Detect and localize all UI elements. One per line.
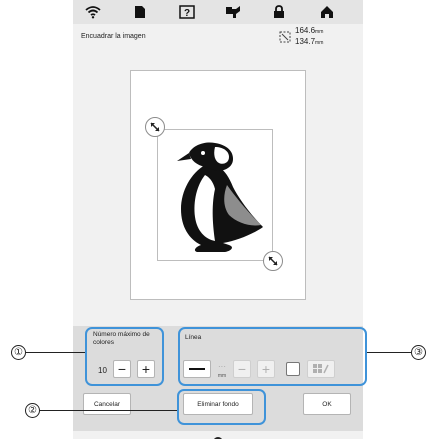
ok-button[interactable]: OK <box>303 393 351 415</box>
wifi-icon[interactable] <box>83 3 103 21</box>
home-icon[interactable] <box>317 3 337 21</box>
image-canvas <box>130 70 306 300</box>
penguin-image <box>177 142 263 252</box>
callout-1-leader <box>26 352 85 353</box>
callout-3-leader <box>367 352 411 353</box>
page-icon[interactable] <box>130 3 150 21</box>
top-icon-bar: ? <box>73 0 363 24</box>
callout-3-marker: ③ <box>411 345 426 360</box>
embroidery-icon[interactable] <box>223 3 243 21</box>
page-title: Encuadrar la imagen <box>81 33 146 40</box>
callout-1-marker: ① <box>11 345 26 360</box>
size-height: 134.7 <box>295 37 316 46</box>
cancel-button[interactable]: Cancelar <box>83 393 131 415</box>
help-icon[interactable]: ? <box>177 3 197 21</box>
callout-line-outline <box>178 327 367 386</box>
callout-max-colors-outline <box>85 327 164 386</box>
size-height-unit: mm <box>315 40 324 46</box>
svg-text:?: ? <box>184 8 190 19</box>
resize-diagonal-icon <box>150 122 160 132</box>
size-width: 164.6 <box>295 26 316 35</box>
embroidery-size-icon <box>279 30 291 43</box>
scroll-down-icon[interactable] <box>212 431 224 439</box>
resize-diagonal-icon <box>268 256 278 266</box>
embroidery-size: 164.6mm 134.7mm <box>295 26 323 48</box>
crop-handle-top-left[interactable] <box>145 117 165 137</box>
lock-icon[interactable] <box>269 3 289 21</box>
callout-2-leader <box>40 410 177 411</box>
callout-2-marker: ② <box>25 403 40 418</box>
callout-remove-background-outline <box>177 389 266 425</box>
crop-handle-bottom-right[interactable] <box>263 251 283 271</box>
size-width-unit: mm <box>315 29 324 35</box>
